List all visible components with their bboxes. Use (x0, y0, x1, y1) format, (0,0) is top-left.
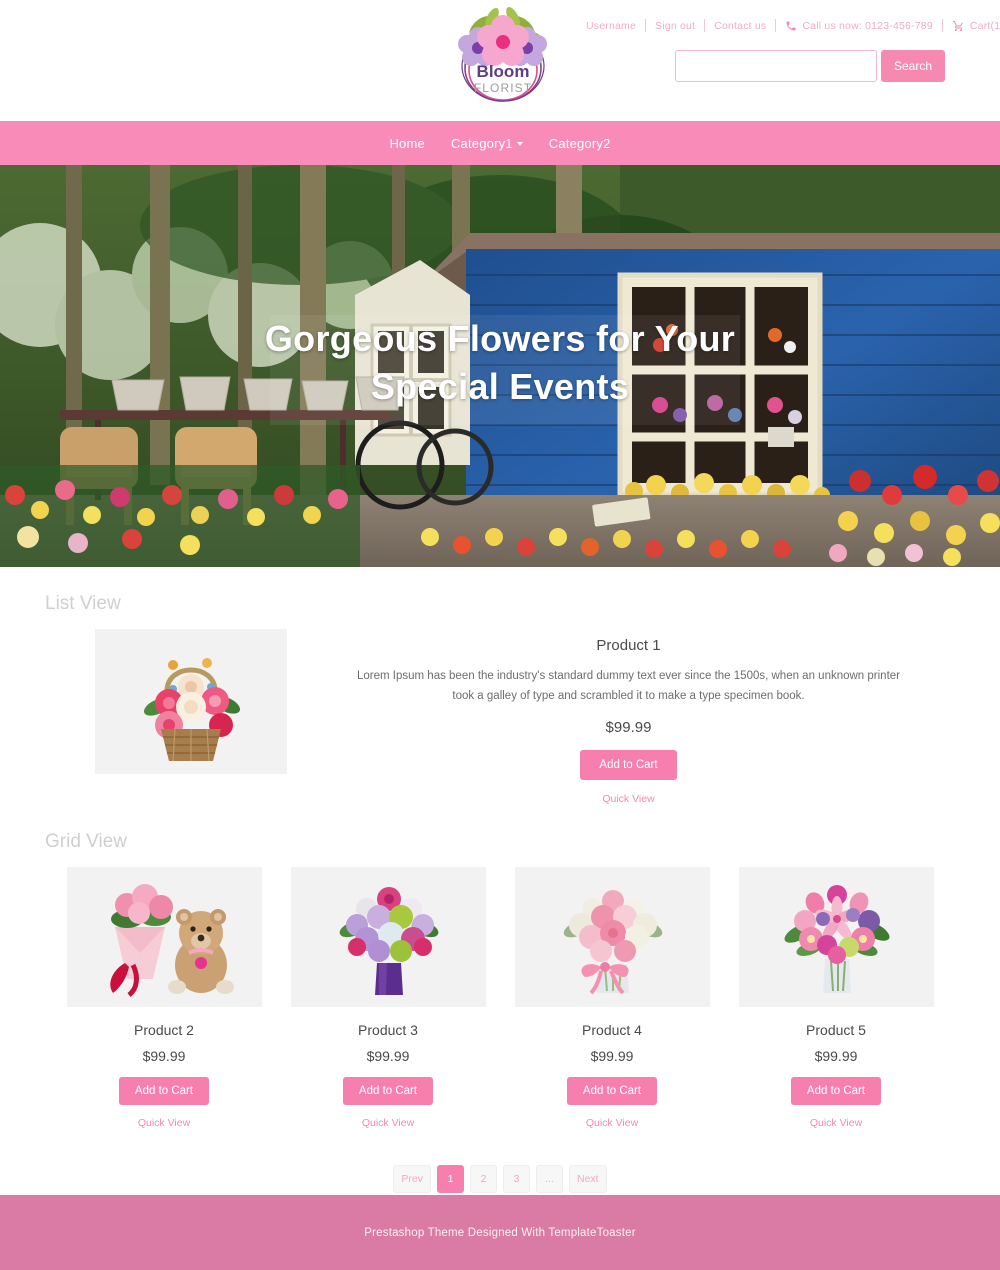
search-form: Search (675, 50, 945, 82)
product-3-name: Product 3 (358, 1021, 418, 1038)
pagination: Prev 1 2 3 ... Next (0, 1164, 1000, 1193)
main-content: List View Product 1 Lorem Ipsum has been… (0, 593, 1000, 1193)
site-header: Bloom FLORIST Username Sign out Contact … (0, 0, 1000, 121)
nav-item-category2[interactable]: Category2 (549, 136, 611, 151)
product-card: Product 3 $99.99 Add to Cart Quick View (290, 866, 486, 1129)
product-3-quick-view-link[interactable]: Quick View (291, 1117, 486, 1129)
pagination-page-2[interactable]: 2 (470, 1164, 497, 1193)
product-5-quick-view-link[interactable]: Quick View (739, 1117, 934, 1129)
svg-text:Bloom: Bloom (477, 62, 530, 81)
product-2-image[interactable] (66, 866, 262, 1007)
product-5-price: $99.99 (814, 1047, 858, 1064)
pagination-page-3[interactable]: 3 (503, 1164, 530, 1193)
phone-icon (785, 20, 797, 32)
pagination-prev-button[interactable]: Prev (393, 1164, 431, 1193)
teddy-bear-bouquet-image (109, 883, 234, 997)
product-3-price: $99.99 (366, 1047, 410, 1064)
grid-view-heading: Grid View (45, 830, 128, 852)
hero-title: Gorgeous Flowers for Your Special Events (264, 318, 736, 407)
divider (704, 19, 706, 32)
product-card: Product 4 $99.99 Add to Cart Quick View (514, 866, 710, 1129)
pagination-page-1[interactable]: 1 (437, 1164, 464, 1193)
search-button[interactable]: Search (881, 50, 945, 82)
product-1-image[interactable] (95, 629, 287, 774)
product-5-name: Product 5 (806, 1021, 866, 1038)
product-1-price: $99.99 (605, 718, 652, 736)
product-2-price: $99.99 (142, 1047, 186, 1064)
product-card: Product 2 $99.99 Add to Cart Quick View (66, 866, 262, 1129)
username-link[interactable]: Username (586, 20, 636, 32)
top-utility-bar: Username Sign out Contact us Call us now… (586, 19, 1000, 32)
list-view-product-row: Product 1 Lorem Ipsum has been the indus… (0, 629, 1000, 805)
product-2-add-to-cart-button[interactable]: Add to Cart (118, 1076, 210, 1105)
product-3-add-to-cart-button[interactable]: Add to Cart (342, 1076, 434, 1105)
bloom-florist-logo-icon: Bloom FLORIST (458, 7, 547, 102)
product-2-name: Product 2 (134, 1021, 194, 1038)
divider (775, 19, 777, 32)
pink-roses-vase-image (563, 889, 662, 994)
product-4-quick-view-link[interactable]: Quick View (515, 1117, 710, 1129)
product-4-add-to-cart-button[interactable]: Add to Cart (566, 1076, 658, 1105)
product-1-description: Lorem Ipsum has been the industry's stan… (357, 670, 900, 702)
product-4-image[interactable] (514, 866, 710, 1007)
product-5-add-to-cart-button[interactable]: Add to Cart (790, 1076, 882, 1105)
nav-label: Category2 (548, 135, 611, 151)
product-1-add-to-cart-button[interactable]: Add to Cart (580, 749, 677, 780)
product-4-price: $99.99 (590, 1047, 634, 1064)
product-3-image[interactable] (290, 866, 486, 1007)
hero-banner: Gorgeous Flowers for Your Special Events (0, 165, 1000, 567)
product-1-quick-view-link[interactable]: Quick View (287, 793, 970, 805)
product-2-quick-view-link[interactable]: Quick View (67, 1117, 262, 1129)
purple-vase-bouquet-image (339, 886, 438, 995)
flower-basket-image (143, 658, 241, 762)
list-view-heading: List View (45, 593, 121, 614)
main-navigation: Home Category1 Category2 (0, 121, 1000, 165)
svg-text:FLORIST: FLORIST (474, 81, 532, 95)
nav-label: Category1 (450, 135, 513, 151)
product-1-name: Product 1 (596, 637, 661, 654)
pagination-ellipsis[interactable]: ... (536, 1164, 563, 1193)
cart-label: Cart(1) (969, 19, 1000, 32)
site-footer: Prestashop Theme Designed With TemplateT… (0, 1195, 1000, 1270)
footer-credit-text: Prestashop Theme Designed With TemplateT… (364, 1226, 636, 1239)
product-1-info: Product 1 Lorem Ipsum has been the indus… (287, 629, 970, 805)
pink-lilies-gerbera-vase-image (783, 884, 890, 993)
divider (645, 19, 647, 32)
search-input[interactable] (675, 50, 877, 82)
sign-out-link[interactable]: Sign out (655, 20, 695, 32)
call-us-group: Call us now: 0123-456-789 (785, 20, 933, 32)
grid-view-product-row: Product 2 $99.99 Add to Cart Quick View (0, 866, 1000, 1129)
product-4-name: Product 4 (582, 1021, 642, 1038)
product-5-image[interactable] (738, 866, 934, 1007)
nav-item-home[interactable]: Home (389, 136, 424, 151)
cart-link[interactable]: Cart(1) (952, 20, 1000, 32)
call-us-text: Call us now: 0123-456-789 (802, 19, 933, 32)
chevron-down-icon (516, 142, 523, 146)
divider (941, 19, 943, 32)
product-card: Product 5 $99.99 Add to Cart Quick View (738, 866, 934, 1129)
site-logo[interactable]: Bloom FLORIST (448, 2, 558, 114)
contact-us-link[interactable]: Contact us (714, 20, 766, 32)
cart-icon (952, 20, 965, 32)
nav-item-category1[interactable]: Category1 (451, 136, 523, 151)
nav-label: Home (389, 135, 425, 151)
pagination-next-button[interactable]: Next (569, 1164, 607, 1193)
